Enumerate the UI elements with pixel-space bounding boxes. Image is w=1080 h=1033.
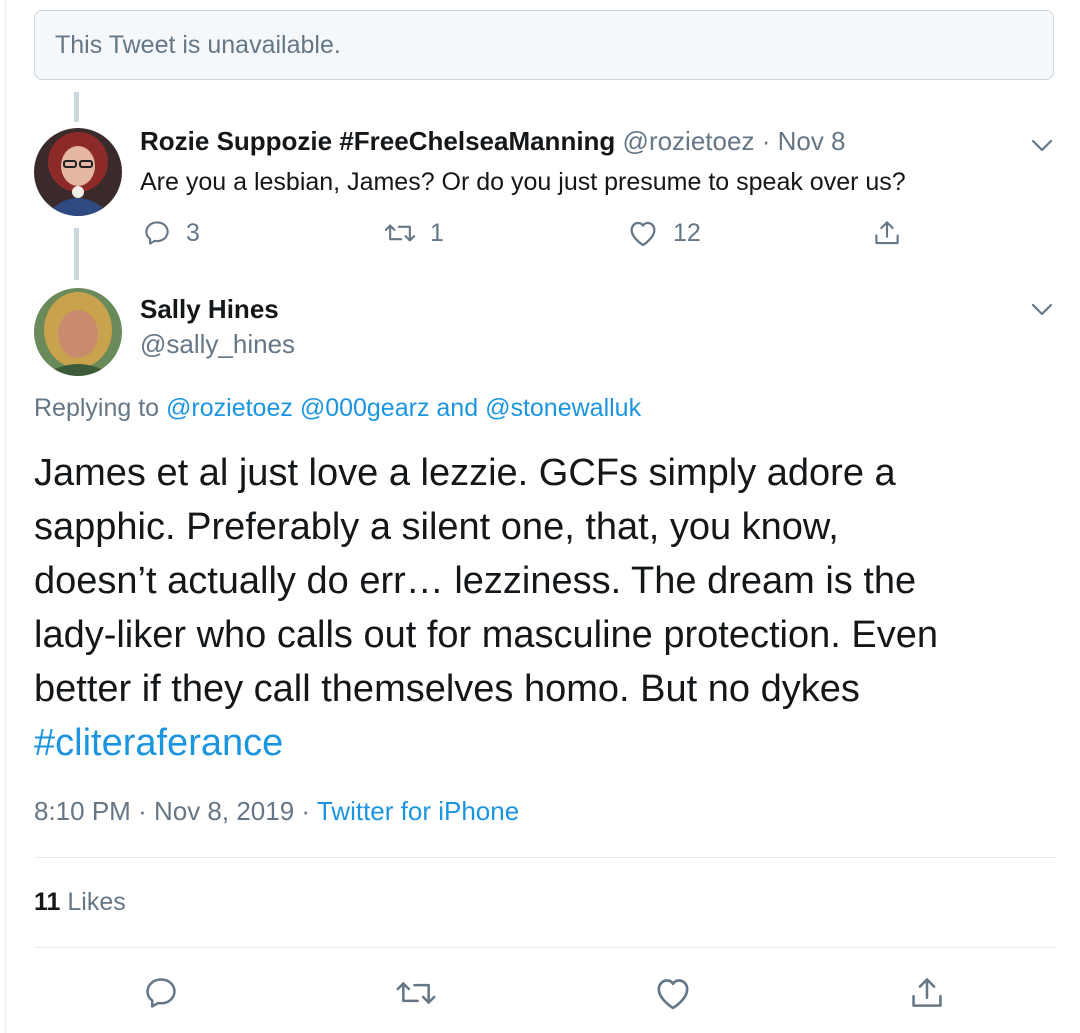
share-button[interactable]	[908, 974, 946, 1017]
tweet-text-line: doesn’t actually do err… lezziness. The …	[34, 560, 917, 602]
timeline-border	[5, 0, 6, 1033]
meta-separator: ·	[301, 796, 311, 826]
tweet-time[interactable]: 8:10 PM	[34, 796, 131, 826]
tweet-date[interactable]: Nov 8, 2019	[154, 796, 294, 826]
main-tweet-text: James et al just love a lezzie. GCFs sim…	[34, 446, 1054, 770]
retweet-icon	[396, 982, 436, 1004]
thread-line-bottom	[74, 228, 79, 280]
parent-menu-chevron-icon[interactable]	[1028, 132, 1056, 160]
replying-to-link-stonewalluk[interactable]: @stonewalluk	[485, 394, 641, 422]
main-menu-chevron-icon[interactable]	[1028, 296, 1056, 324]
share-icon	[912, 978, 942, 1007]
heart-icon	[630, 221, 656, 247]
tweet-source-link[interactable]: Twitter for iPhone	[317, 796, 519, 826]
parent-share-button[interactable]	[872, 218, 902, 248]
hashtag-link[interactable]: #cliteraferance	[34, 716, 1054, 770]
tweet-text-line: better if they call themselves homo. But…	[34, 668, 860, 710]
avatar-sally-hines[interactable]	[34, 288, 122, 376]
retweet-button[interactable]	[395, 974, 437, 1017]
unavailable-text: This Tweet is unavailable.	[55, 30, 341, 59]
unavailable-tweet-notice: This Tweet is unavailable.	[34, 10, 1054, 80]
reply-icon	[146, 978, 176, 1008]
parent-display-name[interactable]: Rozie Suppozie #FreeChelseaManning	[140, 126, 615, 156]
parent-reply-button[interactable]: 3	[142, 218, 200, 248]
parent-retweet-count: 1	[430, 218, 444, 247]
retweet-icon	[384, 224, 416, 242]
heart-icon	[657, 979, 689, 1010]
reply-button[interactable]	[142, 974, 180, 1017]
parent-handle[interactable]: @rozietoez	[623, 126, 755, 156]
replying-to-link-rozietoez[interactable]: @rozietoez	[166, 394, 293, 422]
parent-tweet-header: Rozie Suppozie #FreeChelseaManning @rozi…	[140, 126, 846, 157]
tweet-text-line: lady-liker who calls out for masculine p…	[34, 614, 938, 656]
like-button[interactable]	[653, 974, 693, 1017]
parent-retweet-button[interactable]: 1	[384, 218, 444, 248]
replying-to: Replying to @rozietoez @000gearz and @st…	[34, 394, 641, 423]
tweet-text-line: James et al just love a lezzie. GCFs sim…	[34, 452, 896, 494]
reply-icon	[145, 221, 169, 245]
tweet-text-line: sapphic. Preferably a silent one, that, …	[34, 506, 839, 548]
likes-label: Likes	[67, 888, 126, 916]
main-handle[interactable]: @sally_hines	[140, 329, 295, 360]
parent-like-button[interactable]: 12	[627, 218, 701, 248]
parent-separator: ·	[761, 126, 771, 156]
meta-separator: ·	[138, 796, 147, 826]
parent-tweet-text: Are you a lesbian, James? Or do you just…	[140, 168, 906, 196]
divider	[34, 857, 1056, 858]
share-icon	[875, 221, 899, 245]
thread-line-top	[74, 92, 79, 122]
replying-to-and: and	[436, 394, 479, 422]
parent-like-count: 12	[673, 218, 701, 247]
replying-to-prefix: Replying to	[34, 394, 160, 422]
parent-date[interactable]: Nov 8	[778, 126, 846, 156]
likes-count[interactable]: 11 Likes	[34, 888, 126, 917]
parent-reply-count: 3	[186, 218, 200, 247]
avatar-rozietoez[interactable]	[34, 128, 122, 216]
tweet-meta: 8:10 PM · Nov 8, 2019 · Twitter for iPho…	[34, 796, 519, 827]
main-display-name[interactable]: Sally Hines	[140, 294, 279, 325]
likes-number: 11	[34, 888, 61, 916]
divider	[34, 947, 1056, 948]
replying-to-link-000gearz[interactable]: @000gearz	[300, 394, 430, 422]
